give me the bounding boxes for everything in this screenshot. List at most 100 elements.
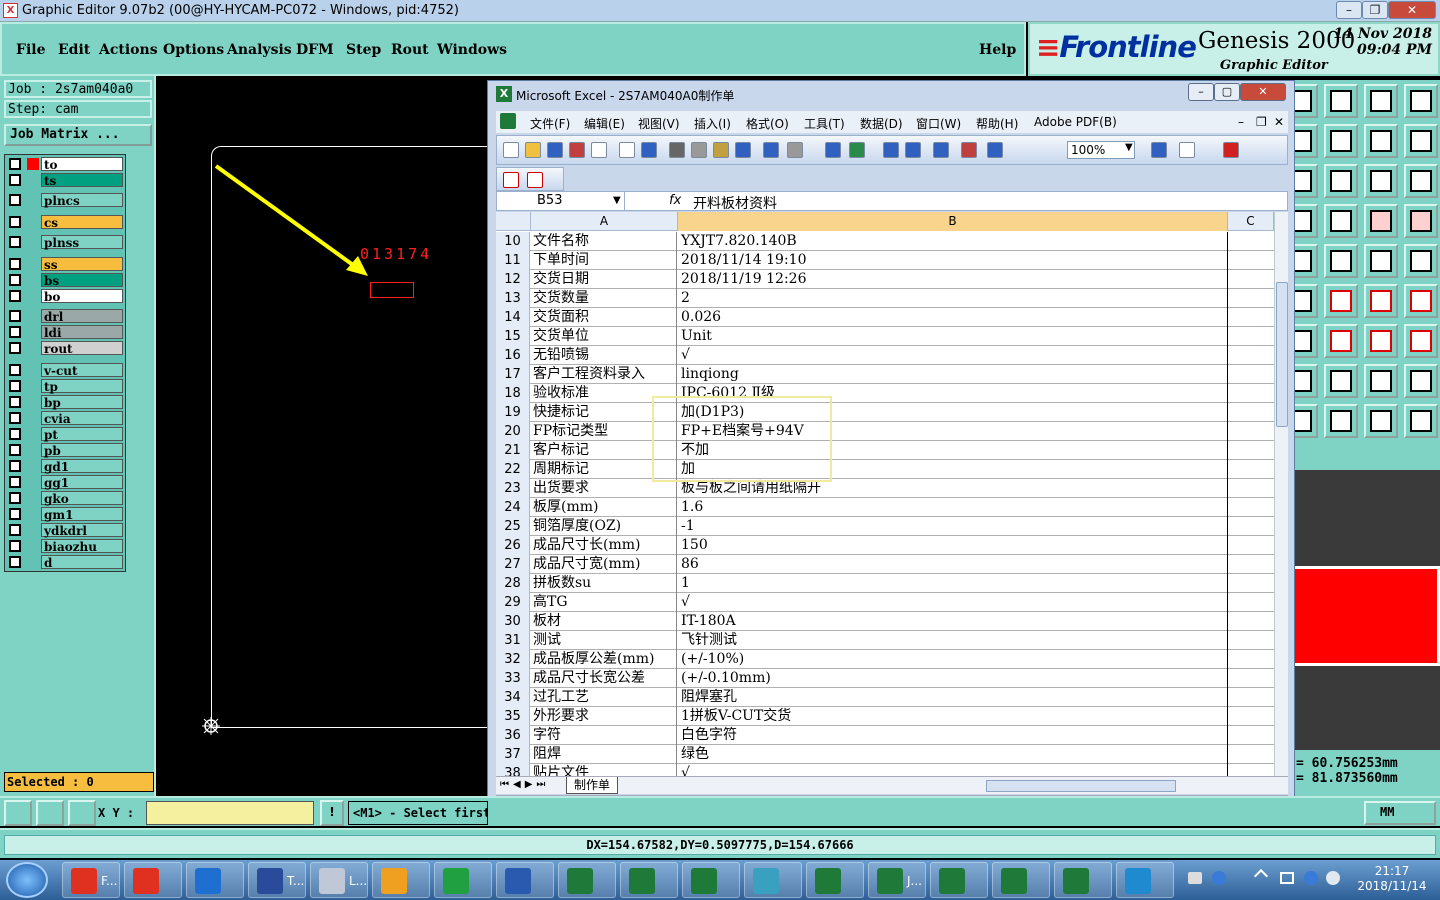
cell-b[interactable]: FP+E档案号+94V (678, 422, 1228, 441)
cell-a[interactable]: 成品尺寸宽(mm) (531, 555, 677, 574)
layer-row-pb[interactable]: pb (7, 443, 125, 458)
taskbar-button[interactable] (434, 862, 492, 898)
spreadsheet-grid[interactable]: A B C 10 文件名称 YXJT7.820.140B 11 下单时间 2018/11/… (496, 212, 1274, 776)
cell-b[interactable]: 不加 (678, 441, 1228, 460)
toolbox-tool-d-4-icon[interactable] (1404, 244, 1438, 278)
taskbar-button[interactable] (1116, 862, 1174, 898)
cell-b[interactable]: Unit (678, 327, 1228, 346)
layer-name[interactable]: drl (41, 309, 123, 324)
zoom-tool-icon[interactable] (4, 800, 32, 826)
cell-b[interactable]: 2018/11/14 19:10 (678, 251, 1228, 270)
cell-a[interactable]: 验收标准 (531, 384, 677, 403)
toolbox-tool-c-8-icon[interactable] (1364, 404, 1398, 438)
row-header[interactable]: 28 (496, 574, 530, 593)
row-header[interactable]: 26 (496, 536, 530, 555)
close-button[interactable]: ✕ (1388, 1, 1436, 19)
cell-a[interactable]: 拼板数su (531, 574, 677, 593)
volume-tray-icon[interactable] (1326, 871, 1340, 885)
cell-a[interactable]: 无铅喷锡 (531, 346, 677, 365)
toolbox-tool-d-6-icon[interactable] (1404, 324, 1438, 358)
toolbox-tool-b-2-icon[interactable] (1324, 164, 1358, 198)
menu-rout[interactable]: Rout (391, 42, 429, 58)
toolbar-button-10-icon[interactable] (735, 142, 751, 158)
cell-a[interactable]: 成品尺寸长宽公差 (531, 669, 677, 688)
row-header[interactable]: 14 (496, 308, 530, 327)
row-header[interactable]: 16 (496, 346, 530, 365)
cell-a[interactable]: 高TG (531, 593, 677, 612)
layer-checkbox[interactable] (9, 508, 21, 520)
toolbox-tool-d-5-icon[interactable] (1404, 284, 1438, 318)
cell-a[interactable]: 过孔工艺 (531, 688, 677, 707)
excel-menu-data[interactable]: 数据(D) (860, 115, 903, 132)
cell-a[interactable]: 文件名称 (531, 232, 677, 251)
name-box[interactable]: B53 (497, 192, 625, 210)
toolbar-button-3-icon[interactable] (569, 142, 585, 158)
row-header[interactable]: 20 (496, 422, 530, 441)
cell-b[interactable]: (+/-10%) (678, 650, 1228, 669)
taskbar-button[interactable] (496, 862, 554, 898)
layer-checkbox[interactable] (9, 556, 21, 568)
row-header[interactable]: 25 (496, 517, 530, 536)
layer-name[interactable]: ydkdrl (41, 523, 123, 538)
row-header[interactable]: 18 (496, 384, 530, 403)
layer-row-d[interactable]: d (7, 555, 125, 570)
layer-checkbox[interactable] (9, 290, 21, 302)
excel-menu-adobe-pdf[interactable]: Adobe PDF(B) (1034, 115, 1117, 129)
layer-name[interactable]: plnss (41, 235, 123, 250)
layer-checkbox[interactable] (9, 158, 21, 170)
layer-checkbox[interactable] (9, 476, 21, 488)
layer-name[interactable]: ts (41, 173, 123, 188)
row-header[interactable]: 21 (496, 441, 530, 460)
cell-a[interactable]: 成品尺寸长(mm) (531, 536, 677, 555)
toolbox-tool-b-1-icon[interactable] (1324, 124, 1358, 158)
layer-checkbox[interactable] (9, 364, 21, 376)
measure-tool-icon[interactable] (36, 800, 64, 826)
layer-checkbox[interactable] (9, 380, 21, 392)
cell-a[interactable]: 成品板厚公差(mm) (531, 650, 677, 669)
excel-menu-edit[interactable]: 编辑(E) (584, 115, 625, 132)
menu-edit[interactable]: Edit (58, 42, 90, 58)
toolbar-button-14-icon[interactable] (849, 142, 865, 158)
menu-options[interactable]: Options (163, 42, 224, 58)
layer-checkbox[interactable] (9, 540, 21, 552)
row-header[interactable]: 13 (496, 289, 530, 308)
layer-name[interactable]: v-cut (41, 363, 123, 378)
taskbar-button[interactable]: J... (868, 862, 926, 898)
menu-actions[interactable]: Actions (99, 42, 158, 58)
layer-row-bo[interactable]: bo (7, 289, 125, 304)
layer-row-cs[interactable]: cs (7, 215, 125, 230)
cell-b[interactable]: IPC-6012 Ⅱ级 (678, 384, 1228, 403)
toolbox-tool-c-2-icon[interactable] (1364, 164, 1398, 198)
row-header[interactable]: 12 (496, 270, 530, 289)
minimize-button[interactable]: – (1336, 1, 1362, 19)
taskbar-button[interactable] (744, 862, 802, 898)
column-header-b[interactable]: B (678, 212, 1228, 231)
layer-checkbox[interactable] (9, 492, 21, 504)
taskbar-button[interactable]: F... (62, 862, 120, 898)
layer-checkbox[interactable] (9, 310, 21, 322)
row-header[interactable]: 32 (496, 650, 530, 669)
row-header[interactable]: 22 (496, 460, 530, 479)
cell-a[interactable]: 铜箔厚度(OZ) (531, 517, 677, 536)
layer-name[interactable]: to (41, 157, 123, 172)
taskbar-button[interactable] (372, 862, 430, 898)
row-header[interactable]: 30 (496, 612, 530, 631)
toolbar-button-4-icon[interactable] (591, 142, 607, 158)
xy-input[interactable] (146, 801, 314, 825)
cell-a[interactable]: 下单时间 (531, 251, 677, 270)
row-header[interactable]: 15 (496, 327, 530, 346)
toolbox-tool-b-5-icon[interactable] (1324, 284, 1358, 318)
cell-b[interactable]: 86 (678, 555, 1228, 574)
toolbox-tool-c-3-icon[interactable] (1364, 204, 1398, 238)
layer-row-v-cut[interactable]: v-cut (7, 363, 125, 378)
formula-input[interactable]: 开料板材资料 (693, 193, 777, 213)
toolbar-button-13-icon[interactable] (825, 142, 841, 158)
vertical-scrollbar[interactable] (1274, 212, 1288, 776)
zoom-dropdown-icon[interactable]: ▼ (1125, 142, 1133, 153)
row-header[interactable]: 27 (496, 555, 530, 574)
layer-row-biaozhu[interactable]: biaozhu (7, 539, 125, 554)
cell-a[interactable]: FP标记类型 (531, 422, 677, 441)
cell-b[interactable]: 2 (678, 289, 1228, 308)
cell-b[interactable]: linqiong (678, 365, 1228, 384)
row-header[interactable]: 11 (496, 251, 530, 270)
